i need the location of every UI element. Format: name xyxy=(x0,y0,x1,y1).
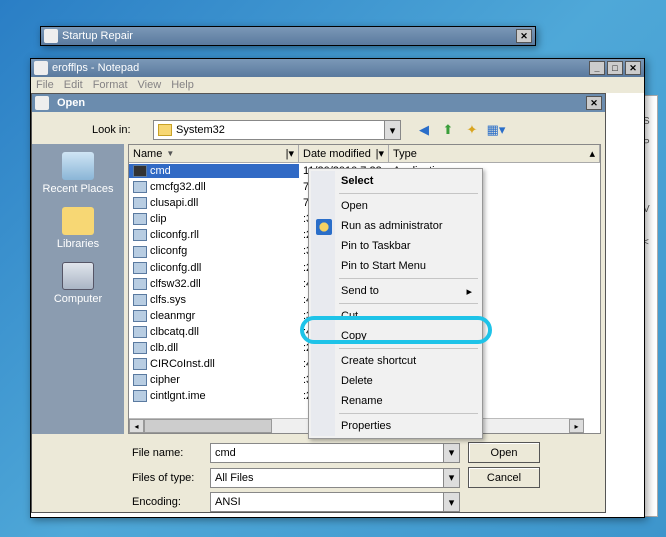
file-icon xyxy=(133,342,147,354)
lookin-label: Look in: xyxy=(92,124,147,136)
menu-item-rename[interactable]: Rename xyxy=(311,391,480,411)
open-button[interactable]: Open xyxy=(468,442,540,463)
folder-icon xyxy=(158,124,172,136)
view-menu-icon[interactable]: ▦▾ xyxy=(487,121,505,139)
submenu-arrow-icon: ▸ xyxy=(466,285,472,298)
file-icon xyxy=(133,229,147,241)
file-icon xyxy=(133,262,147,274)
column-type[interactable]: Type▴ xyxy=(389,145,600,162)
app-icon xyxy=(34,61,48,75)
separator xyxy=(339,303,478,304)
up-icon[interactable]: ⬆ xyxy=(439,121,457,139)
title-text: Startup Repair xyxy=(62,30,514,42)
place-icon xyxy=(62,262,94,290)
column-date[interactable]: Date modified|▾ xyxy=(299,145,389,162)
file-icon xyxy=(133,310,147,322)
chevron-down-icon[interactable]: ▾ xyxy=(384,121,400,139)
cancel-button[interactable]: Cancel xyxy=(468,467,540,488)
file-icon xyxy=(133,278,147,290)
chevron-down-icon[interactable]: ▾ xyxy=(443,444,459,462)
place-recent-places[interactable]: Recent Places xyxy=(43,152,114,195)
file-icon xyxy=(133,197,147,209)
window-startup-repair: Startup Repair ✕ xyxy=(40,26,536,46)
filetype-combo[interactable]: All Files ▾ xyxy=(210,468,460,488)
file-icon xyxy=(133,358,147,370)
shield-icon xyxy=(316,219,332,235)
encoding-label: Encoding: xyxy=(132,496,202,508)
chevron-down-icon[interactable]: ▾ xyxy=(443,469,459,487)
file-icon xyxy=(133,294,147,306)
chevron-down-icon[interactable]: ▾ xyxy=(443,493,459,511)
filetype-label: Files of type: xyxy=(132,472,202,484)
file-icon xyxy=(133,374,147,386)
menu-item-pin-to-start-menu[interactable]: Pin to Start Menu xyxy=(311,256,480,276)
file-icon xyxy=(133,213,147,225)
maximize-button[interactable]: □ xyxy=(607,61,623,75)
place-icon xyxy=(62,152,94,180)
context-menu: Select OpenRun as administratorPin to Tas… xyxy=(308,168,483,439)
separator xyxy=(339,278,478,279)
app-icon xyxy=(44,29,58,43)
dialog-title: Open xyxy=(57,97,584,109)
minimize-button[interactable]: _ xyxy=(589,61,605,75)
file-icon xyxy=(133,246,147,258)
place-computer[interactable]: Computer xyxy=(54,262,102,305)
close-button[interactable]: ✕ xyxy=(625,61,641,75)
menu-item-pin-to-taskbar[interactable]: Pin to Taskbar xyxy=(311,236,480,256)
file-icon xyxy=(133,165,147,177)
menu-edit[interactable]: Edit xyxy=(64,79,83,91)
lookin-combo[interactable]: System32 ▾ xyxy=(153,120,401,140)
menu-item-delete[interactable]: Delete xyxy=(311,371,480,391)
menubar: File Edit Format View Help xyxy=(31,77,644,93)
menu-item-properties[interactable]: Properties xyxy=(311,416,480,436)
menu-item-copy[interactable]: Copy xyxy=(311,326,480,346)
separator xyxy=(339,348,478,349)
separator xyxy=(339,413,478,414)
menu-item-send-to[interactable]: Send to▸ xyxy=(311,281,480,301)
menu-item-run-as-administrator[interactable]: Run as administrator xyxy=(311,216,480,236)
menu-item-create-shortcut[interactable]: Create shortcut xyxy=(311,351,480,371)
encoding-combo[interactable]: ANSI ▾ xyxy=(210,492,460,512)
menu-item-cut[interactable]: Cut xyxy=(311,306,480,326)
menu-help[interactable]: Help xyxy=(171,79,194,91)
column-name[interactable]: Name▼|▾ xyxy=(129,145,299,162)
file-icon xyxy=(133,181,147,193)
filename-input[interactable]: cmd ▾ xyxy=(210,443,460,463)
menu-view[interactable]: View xyxy=(138,79,162,91)
lookin-value: System32 xyxy=(176,124,225,136)
close-button[interactable]: ✕ xyxy=(516,29,532,43)
menu-format[interactable]: Format xyxy=(93,79,128,91)
place-icon xyxy=(62,207,94,235)
dialog-icon xyxy=(35,96,49,110)
new-folder-icon[interactable]: ✦ xyxy=(463,121,481,139)
menu-item-select[interactable]: Select xyxy=(311,171,480,191)
menu-file[interactable]: File xyxy=(36,79,54,91)
file-icon xyxy=(133,326,147,338)
menu-item-open[interactable]: Open xyxy=(311,196,480,216)
title-text: erofflps - Notepad xyxy=(52,62,587,74)
close-button[interactable]: ✕ xyxy=(586,96,602,110)
file-icon xyxy=(133,390,147,402)
separator xyxy=(339,193,478,194)
filename-label: File name: xyxy=(132,447,202,459)
place-libraries[interactable]: Libraries xyxy=(57,207,99,250)
back-icon[interactable]: ◀ xyxy=(415,121,433,139)
places-bar: Recent Places Libraries Computer xyxy=(32,144,124,434)
